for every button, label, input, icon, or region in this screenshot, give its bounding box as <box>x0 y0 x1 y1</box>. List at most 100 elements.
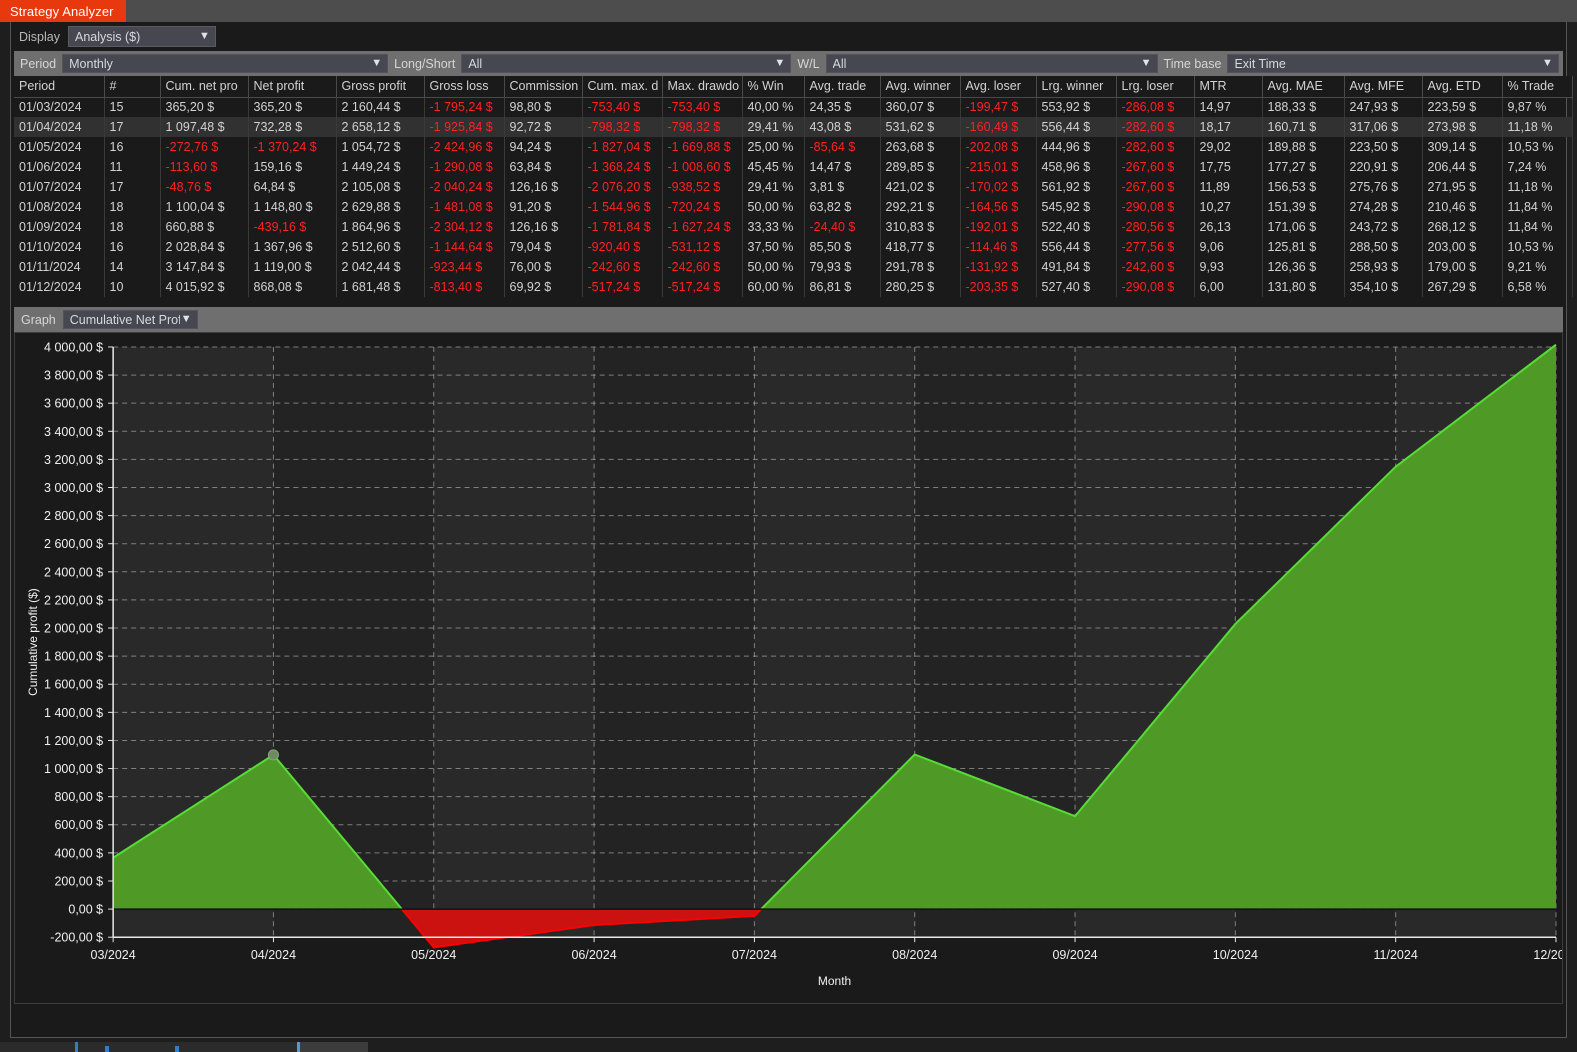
table-cell: 527,40 $ <box>1036 277 1117 297</box>
table-cell: -517,24 $ <box>662 277 743 297</box>
table-row[interactable]: 01/12/2024 10 4 015,92 $868,08 $1 681,48 $… <box>14 277 1573 297</box>
table-cell: 1 148,80 $ <box>248 197 337 217</box>
table-cell: 11 <box>104 157 161 177</box>
y-axis-tick-label: 600,00 $ <box>54 818 103 832</box>
timebase-select[interactable]: Exit Time ▼ <box>1227 54 1559 73</box>
table-row[interactable]: 01/03/2024 15 365,20 $365,20 $2 160,44 $ -1… <box>14 97 1573 117</box>
table-cell: 1 864,96 $ <box>336 217 425 237</box>
table-cell: 2 105,08 $ <box>336 177 425 197</box>
x-axis-tick-label: 09/2024 <box>1052 948 1097 962</box>
column-header-3[interactable]: Net profit <box>248 76 337 98</box>
statistics-table-container[interactable]: Period # Cum. net pro Net profit Gross profi… <box>14 76 1573 297</box>
table-cell: 17 <box>104 117 161 137</box>
table-cell: 310,83 $ <box>880 217 961 237</box>
display-select[interactable]: Analysis ($) ▼ <box>68 26 216 47</box>
table-cell: 289,85 $ <box>880 157 961 177</box>
table-cell: 9,93 <box>1194 257 1263 277</box>
column-header-13[interactable]: Lrg. winner <box>1036 76 1117 98</box>
table-row[interactable]: 01/05/2024 16 -272,76 $ -1 370,24 $1 054,72… <box>14 137 1573 157</box>
column-header-8[interactable]: Max. drawdo <box>662 76 743 98</box>
table-row[interactable]: 01/08/2024 18 1 100,04 $1 148,80 $2 629,88… <box>14 197 1573 217</box>
table-cell: -1 290,08 $ <box>424 157 505 177</box>
y-axis-title: Cumulative profit ($) <box>26 588 40 696</box>
table-cell: 159,16 $ <box>248 157 337 177</box>
cumulative-net-profit-chart[interactable]: 4 000,00 $ 3 800,00 $ 3 600,00 $ 3 400,00 $… <box>14 332 1563 1004</box>
table-cell: 79,04 $ <box>504 237 583 257</box>
table-cell: 69,92 $ <box>504 277 583 297</box>
column-header-2[interactable]: Cum. net pro <box>160 76 249 98</box>
column-header-10[interactable]: Avg. trade <box>804 76 881 98</box>
column-header-6[interactable]: Commission <box>504 76 583 98</box>
table-cell: 11,18 % <box>1502 117 1573 137</box>
y-axis-tick-label: 3 200,00 $ <box>44 453 103 467</box>
winloss-select[interactable]: All ▼ <box>825 54 1158 73</box>
table-cell: 25,00 % <box>742 137 805 157</box>
table-row[interactable]: 01/04/2024 17 1 097,48 $732,28 $2 658,12 $… <box>14 117 1573 137</box>
table-cell: 292,21 $ <box>880 197 961 217</box>
data-point-marker[interactable] <box>267 749 279 761</box>
table-cell: -290,08 $ <box>1116 277 1195 297</box>
table-cell: 79,93 $ <box>804 257 881 277</box>
column-header-12[interactable]: Avg. loser <box>960 76 1037 98</box>
table-row[interactable]: 01/09/2024 18 660,88 $ -439,16 $1 864,96 $ -… <box>14 217 1573 237</box>
table-cell: 9,06 <box>1194 237 1263 257</box>
table-cell: 18,17 <box>1194 117 1263 137</box>
table-row[interactable]: 01/10/2024 16 2 028,84 $1 367,96 $2 512,60… <box>14 237 1573 257</box>
graph-select[interactable]: Cumulative Net Profit ▼ <box>62 310 198 329</box>
column-header-9[interactable]: % Win <box>742 76 805 98</box>
table-cell: 247,93 $ <box>1344 97 1423 117</box>
table-cell: -1 544,96 $ <box>582 197 663 217</box>
table-row[interactable]: 01/07/2024 17 -48,76 $64,84 $2 105,08 $ -2 … <box>14 177 1573 197</box>
table-cell: -2 076,20 $ <box>582 177 663 197</box>
tab-bar-filler <box>125 0 1577 22</box>
table-cell: 732,28 $ <box>248 117 337 137</box>
table-cell: 9,87 % <box>1502 97 1573 117</box>
table-cell: 01/04/2024 <box>14 117 105 137</box>
column-header-14[interactable]: Lrg. loser <box>1116 76 1195 98</box>
table-cell: 188,33 $ <box>1262 97 1345 117</box>
column-header-19[interactable]: % Trade <box>1502 76 1573 98</box>
column-header-11[interactable]: Avg. winner <box>880 76 961 98</box>
y-axis-tick-label: 2 600,00 $ <box>44 537 103 551</box>
longshort-select[interactable]: All ▼ <box>461 54 792 73</box>
chevron-down-icon: ▼ <box>1140 57 1152 69</box>
column-header-18[interactable]: Avg. ETD <box>1422 76 1503 98</box>
table-cell: 365,20 $ <box>160 97 249 117</box>
table-cell: -24,40 $ <box>804 217 881 237</box>
taskbar-filler <box>368 1042 1577 1052</box>
table-cell: 29,41 % <box>742 117 805 137</box>
table-row[interactable]: 01/11/2024 14 3 147,84 $1 119,00 $2 042,44… <box>14 257 1573 277</box>
column-header-0[interactable]: Period <box>14 76 105 98</box>
display-select-value: Analysis ($) <box>75 29 141 44</box>
table-cell: 556,44 $ <box>1036 237 1117 257</box>
table-cell: 268,12 $ <box>1422 217 1503 237</box>
table-cell: -242,60 $ <box>582 257 663 277</box>
column-header-1[interactable]: # <box>104 76 161 98</box>
table-cell: -277,56 $ <box>1116 237 1195 257</box>
column-header-4[interactable]: Gross profit <box>336 76 425 98</box>
column-header-17[interactable]: Avg. MFE <box>1344 76 1423 98</box>
tab-label: Strategy Analyzer <box>10 3 114 19</box>
table-cell: 2 042,44 $ <box>336 257 425 277</box>
column-header-15[interactable]: MTR <box>1194 76 1263 98</box>
table-cell: 317,06 $ <box>1344 117 1423 137</box>
y-axis-tick-label: 3 400,00 $ <box>44 425 103 439</box>
table-cell: 223,59 $ <box>1422 97 1503 117</box>
table-cell: 29,41 % <box>742 177 805 197</box>
period-select[interactable]: Monthly ▼ <box>62 54 389 73</box>
table-row[interactable]: 01/06/2024 11 -113,60 $159,16 $1 449,24 $ -… <box>14 157 1573 177</box>
column-header-16[interactable]: Avg. MAE <box>1262 76 1345 98</box>
table-cell: -1 008,60 $ <box>662 157 743 177</box>
table-cell: 63,84 $ <box>504 157 583 177</box>
table-cell: -192,01 $ <box>960 217 1037 237</box>
tab-strategy-analyzer[interactable]: Strategy Analyzer <box>0 0 126 22</box>
table-cell: -113,60 $ <box>160 157 249 177</box>
table-cell: 179,00 $ <box>1422 257 1503 277</box>
column-header-7[interactable]: Cum. max. d <box>582 76 663 98</box>
table-cell: -267,60 $ <box>1116 157 1195 177</box>
table-cell: -753,40 $ <box>582 97 663 117</box>
table-cell: 11,84 % <box>1502 217 1573 237</box>
column-header-5[interactable]: Gross loss <box>424 76 505 98</box>
table-cell: 360,07 $ <box>880 97 961 117</box>
taskbar-item <box>300 1042 368 1052</box>
